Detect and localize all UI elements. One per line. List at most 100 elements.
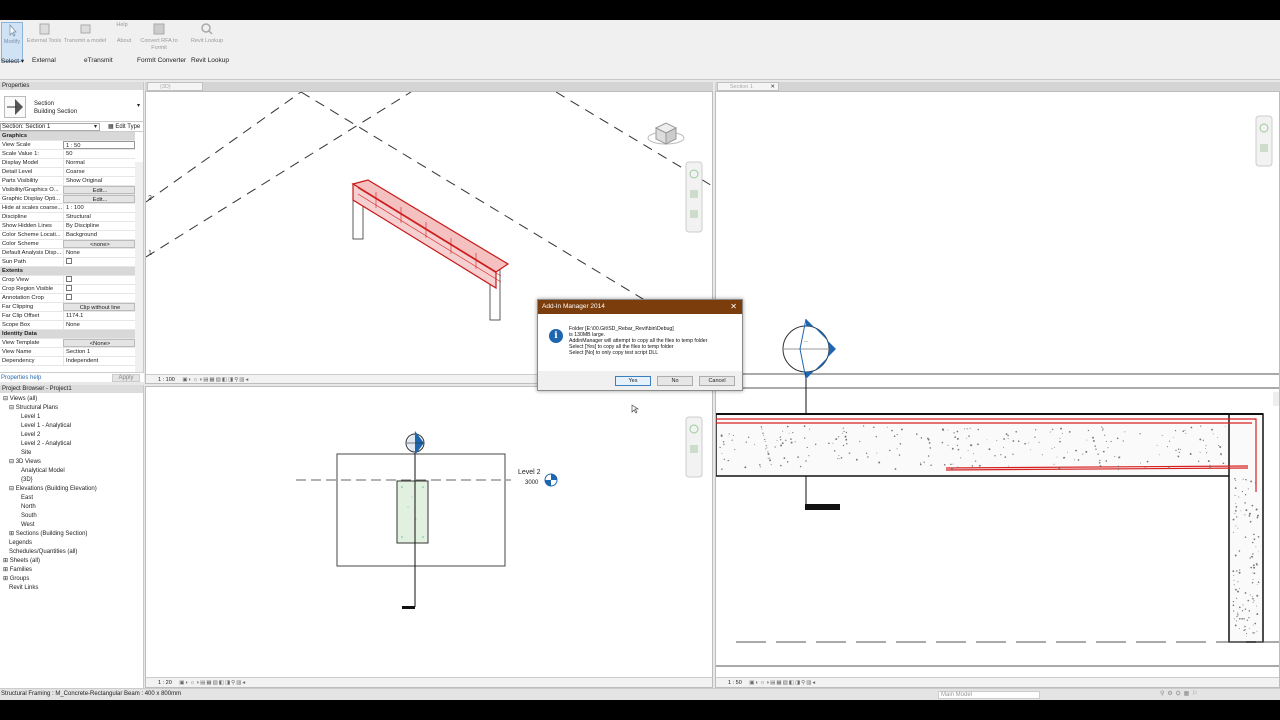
property-value[interactable]: Background [63,231,135,239]
property-checkbox[interactable] [63,276,135,284]
browser-node[interactable]: South [21,512,37,520]
browser-node[interactable]: Level 1 - Analytical [21,422,71,430]
property-value[interactable]: Edit... [63,195,135,203]
property-value[interactable]: 1174.1 [63,312,135,320]
browser-node[interactable]: ⊟ 3D Views [9,458,41,466]
property-section-header[interactable]: Graphics [0,132,135,141]
about-button[interactable]: About [112,38,136,78]
property-value[interactable]: By Discipline [63,222,135,230]
property-name: Color Scheme Locati... [2,232,61,238]
browser-node[interactable]: ⊞ Sheets (all) [3,557,40,565]
type-selector[interactable]: Section Building Section ▾ [0,90,143,122]
property-name: Hide at scales coarse... [2,205,63,211]
level-value[interactable]: 3000 [525,480,539,486]
view-plan[interactable]: Level 2 3000 1 : 20 ▣◐☼◑▤▦▧◧◨⚲▥◂ [145,386,713,688]
tab-3d[interactable]: {3D} [147,82,203,91]
property-checkbox[interactable] [63,294,135,302]
browser-node[interactable]: Schedules/Quantities (all) [9,548,77,556]
navigation-bar[interactable] [685,161,703,233]
edit-type-button[interactable]: ▦ Edit Type [108,122,140,132]
property-name: Crop View [2,277,29,283]
view-section-scale[interactable]: 1 : 50 [716,680,742,686]
browser-node[interactable]: Legends [9,539,32,547]
checkbox-icon[interactable] [66,285,72,291]
property-value[interactable]: Show Original [63,177,135,185]
active-model-selector[interactable]: Main Model [938,691,1040,699]
formit-panel: FormIt Converter [137,57,187,64]
browser-node[interactable]: ⊞ Families [3,566,32,574]
no-button[interactable]: No [657,376,693,386]
property-checkbox[interactable] [63,285,135,293]
instance-selector[interactable]: Section: Section 1 ▾ [0,123,100,131]
tab-section-1-label: Section 1 [730,84,753,90]
section-scrollbar[interactable] [1273,392,1280,406]
property-value[interactable]: None [63,321,135,329]
transmit-label: Transmit a model [63,38,107,44]
property-value[interactable]: Edit... [63,186,135,194]
property-value[interactable]: Structural [63,213,135,221]
checkbox-icon[interactable] [66,294,72,300]
view-control-icons[interactable]: ▣◐☼◑▤▦▧◧◨⚲▥◂ [176,377,249,383]
browser-node[interactable]: ⊟ Structural Plans [9,404,58,412]
browser-node[interactable]: Level 1 [21,413,40,421]
modify-button[interactable]: Modify [1,22,23,62]
browser-node[interactable]: Revit Links [9,584,38,592]
properties-scrollbar[interactable] [135,162,143,382]
browser-node[interactable]: ⊞ Groups [3,575,29,583]
level-label[interactable]: Level 2 [518,469,541,476]
property-value[interactable]: 1 : 50 [63,141,135,149]
view-plan-scale[interactable]: 1 : 20 [146,680,172,686]
property-section-header[interactable]: Identity Data [0,330,135,339]
property-value[interactable]: <none> [63,240,135,248]
browser-node[interactable]: West [21,521,35,529]
right-tab-strip [715,82,1280,91]
properties-help-link[interactable]: Properties help [0,375,41,381]
browser-node[interactable]: {3D} [21,476,33,484]
property-section-header[interactable]: Extents [0,267,135,276]
view-control-icons-plan[interactable]: ▣◐☼◑▤▦▧◧◨⚲▥◂ [173,680,246,686]
view-3d-scale[interactable]: 1 : 100 [146,377,175,383]
transmit-button[interactable]: Transmit a model [62,22,108,62]
type-dropdown-icon[interactable]: ▾ [137,102,140,109]
view-section[interactable]: — 1 : 50 ▣◐☼◑▤▦▧◧◨⚲▥◂ [715,91,1280,688]
section-marker-icon[interactable]: — [782,318,836,380]
property-checkbox[interactable] [63,258,135,266]
property-value[interactable]: 1 : 100 [63,204,135,212]
checkbox-icon[interactable] [66,276,72,282]
browser-node[interactable]: ⊟ Views (all) [3,395,37,403]
apply-button[interactable]: Apply [112,374,140,382]
property-value[interactable]: 50 [63,150,135,158]
property-value[interactable]: None [63,249,135,257]
tab-section-1[interactable]: Section 1 ✕ [717,82,779,91]
checkbox-icon[interactable] [66,258,72,264]
selection-filter-icons[interactable]: ⚲⚙⛭▦⚐ [1160,689,1201,700]
browser-node[interactable]: East [21,494,33,502]
external-tools-button[interactable]: External Tools [24,22,64,62]
cancel-button[interactable]: Cancel [699,376,735,386]
yes-button[interactable]: Yes [615,376,651,386]
property-value[interactable]: Normal [63,159,135,167]
browser-node[interactable]: Level 2 [21,431,40,439]
property-value[interactable]: Clip without line [63,303,135,311]
plan-navigation-bar[interactable] [685,416,703,478]
property-value[interactable]: Independent [63,357,135,365]
browser-node[interactable]: Analytical Model [21,467,65,475]
property-value[interactable]: Coarse [63,168,135,176]
select-panel[interactable]: Select ▾ [1,57,24,65]
convert-rfa-button[interactable]: Convert RFA to Formit [140,22,178,62]
view-cube[interactable] [647,122,685,145]
revit-lookup-button[interactable]: Revit Lookup [188,22,226,62]
browser-node[interactable]: ⊞ Sections (Building Section) [9,530,87,538]
browser-node[interactable]: Level 2 - Analytical [21,440,71,448]
tab-close-icon[interactable]: ✕ [770,83,775,91]
browser-node[interactable]: ⊟ Elevations (Building Elevation) [9,485,97,493]
section-navigation-bar[interactable] [1255,115,1273,167]
property-value[interactable]: Section 1 [63,348,135,356]
dialog-close-icon[interactable]: ✕ [730,300,737,314]
section-head-icon[interactable] [405,431,425,455]
property-value[interactable]: <None> [63,339,135,347]
view-control-icons-section[interactable]: ▣◐☼◑▤▦▧◧◨⚲▥◂ [743,680,816,686]
browser-node[interactable]: North [21,503,36,511]
browser-node[interactable]: Site [21,449,31,457]
property-name: Color Scheme [2,241,39,247]
